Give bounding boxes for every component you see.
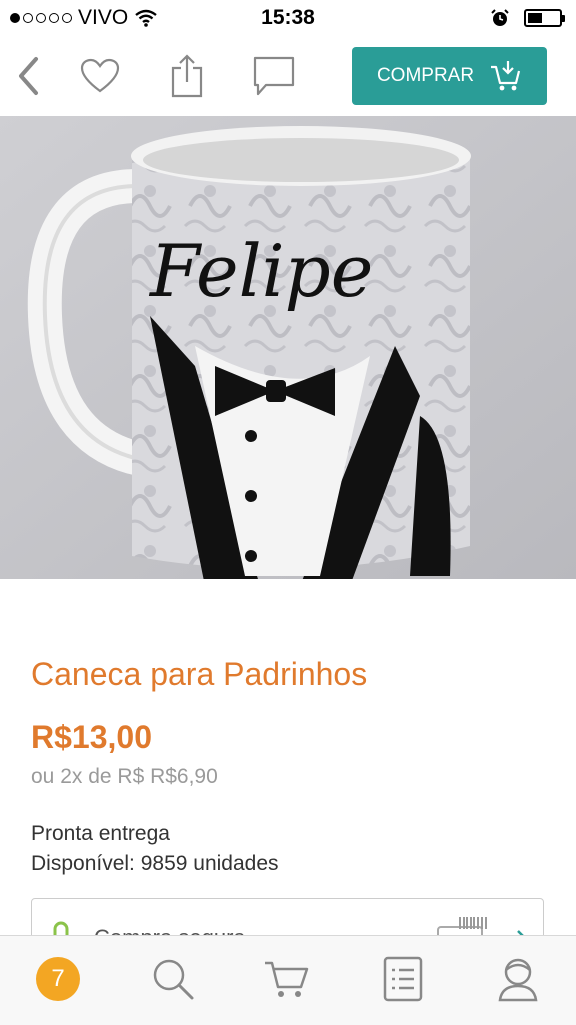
search-icon xyxy=(153,959,194,1000)
installments-text: ou 2x de R$ R$6,90 xyxy=(31,765,218,788)
profile-icon xyxy=(498,958,538,1002)
tab-list[interactable] xyxy=(378,954,428,1004)
alarm-icon xyxy=(491,9,509,26)
back-chevron-icon[interactable] xyxy=(4,52,52,100)
battery-icon xyxy=(524,9,565,27)
buy-button[interactable]: COMPRAR xyxy=(352,47,547,105)
product-price: R$13,00 xyxy=(31,719,152,755)
tab-cart[interactable] xyxy=(262,954,312,1004)
list-icon xyxy=(383,956,423,1002)
tab-profile[interactable] xyxy=(493,954,543,1004)
notification-badge: 7 xyxy=(36,957,80,1001)
product-toolbar: COMPRAR xyxy=(0,36,576,116)
status-bar: VIVO 15:38 xyxy=(0,0,576,36)
availability-text: Pronta entrega xyxy=(31,822,170,845)
buy-button-label: COMPRAR xyxy=(376,65,475,86)
tab-home[interactable]: 7 xyxy=(33,954,83,1004)
mug-photo: Felipe xyxy=(0,116,576,579)
heart-icon[interactable] xyxy=(76,52,124,100)
share-icon[interactable] xyxy=(163,52,211,100)
mug-name-text: Felipe xyxy=(148,229,373,313)
tab-bar: 7 xyxy=(0,935,576,1025)
cart-icon xyxy=(265,961,309,997)
product-image[interactable]: Felipe xyxy=(0,116,576,579)
tab-search[interactable] xyxy=(148,954,198,1004)
chat-icon[interactable] xyxy=(250,52,298,100)
cart-download-icon xyxy=(491,61,521,91)
status-right xyxy=(490,8,565,28)
product-title: Caneca para Padrinhos xyxy=(31,656,368,692)
stock-count-text: Disponível: 9859 unidades xyxy=(31,852,279,875)
